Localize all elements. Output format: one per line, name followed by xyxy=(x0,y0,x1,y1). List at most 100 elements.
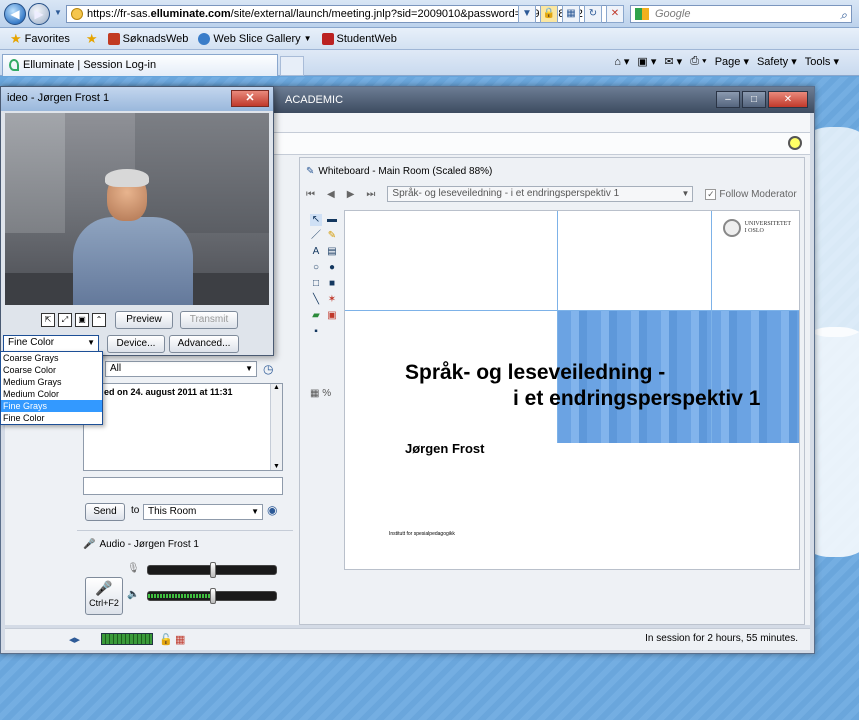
tab-elluminate[interactable]: Elluminate | Session Log-in xyxy=(2,54,278,76)
chevron-down-icon: ▼ xyxy=(87,338,95,347)
pointer-tool-icon[interactable]: ▬ xyxy=(326,214,338,226)
chat-scrollbar[interactable]: ▲ ▼ xyxy=(270,384,282,470)
preview-button[interactable]: Preview xyxy=(115,311,173,329)
slide-gridline xyxy=(345,310,799,311)
highlighter-tool-icon[interactable]: ✎ xyxy=(326,230,338,242)
quality-option[interactable]: Fine Grays xyxy=(1,400,102,412)
back-button[interactable]: ◀ xyxy=(4,3,26,25)
chat-filter-select[interactable]: All ▼ xyxy=(105,361,257,377)
mic-volume-slider[interactable] xyxy=(147,562,277,578)
clock-icon[interactable]: ◷ xyxy=(263,362,273,376)
zoom-fit-icon[interactable]: ▦ xyxy=(310,388,319,399)
clipart-tool-icon[interactable]: ▰ xyxy=(310,310,322,322)
safety-menu[interactable]: Safety ▾ xyxy=(757,55,797,68)
video-quality-select[interactable]: Fine Color ▼ xyxy=(3,335,99,352)
video-feed xyxy=(5,113,269,305)
speaker-slider-thumb[interactable] xyxy=(210,588,216,604)
selector-tool-icon[interactable]: ↖ xyxy=(310,214,322,226)
lock-icon[interactable]: 🔓 xyxy=(159,633,173,646)
collapse-icon[interactable]: ⌃ xyxy=(92,313,106,327)
favorite-web-slice-gallery[interactable]: Web Slice Gallery ▼ xyxy=(198,32,312,45)
url-dropdown-icon[interactable]: ▼ xyxy=(518,5,536,23)
maximize-button[interactable]: □ xyxy=(742,91,766,108)
security-lock-icon[interactable]: 🔒 xyxy=(540,5,558,23)
speaker-volume-slider[interactable] xyxy=(147,588,277,604)
eraser-tool-icon[interactable]: ✶ xyxy=(326,294,338,306)
line-tool-icon[interactable]: ╲ xyxy=(310,294,322,306)
new-tab-button[interactable] xyxy=(280,56,304,76)
filled-rectangle-tool-icon[interactable]: ■ xyxy=(326,278,338,290)
quality-option[interactable]: Coarse Grays xyxy=(1,352,102,364)
scroll-down-icon[interactable]: ▼ xyxy=(271,463,282,470)
quality-option[interactable]: Medium Color xyxy=(1,388,102,400)
page-select[interactable]: Språk- og leseveiledning - i et endrings… xyxy=(387,186,694,202)
feeds-icon[interactable]: ▣ ▾ xyxy=(637,55,656,68)
lightbulb-icon[interactable] xyxy=(788,136,802,150)
stop-icon[interactable]: ✕ xyxy=(606,5,624,23)
status-bar: ◂▸ 🔓 ▦ In session for 2 hours, 55 minute… xyxy=(5,628,810,650)
favorite-soknadsweb[interactable]: SøknadsWeb xyxy=(107,32,188,45)
quality-option[interactable]: Medium Grays xyxy=(1,376,102,388)
print-icon[interactable]: ⎙ ▾ xyxy=(690,55,706,68)
soknadsweb-icon xyxy=(107,32,120,45)
snapshot-icon[interactable]: ▣ xyxy=(75,313,89,327)
rectangle-tool-icon[interactable]: □ xyxy=(310,278,322,290)
video-quality-dropdown: Coarse Grays Coarse Color Medium Grays Medi… xyxy=(0,351,103,425)
advanced-button[interactable]: Advanced... xyxy=(169,335,239,353)
star-icon: ★ xyxy=(10,30,22,46)
image-tool-icon[interactable]: ▣ xyxy=(326,310,338,322)
screen-capture-tool-icon[interactable]: ▪ xyxy=(310,326,322,338)
room-select[interactable]: This Room ▼ xyxy=(143,504,263,520)
mic-slider-thumb[interactable] xyxy=(210,562,216,578)
whiteboard-nav: ⏮ ◀ ▶ ⏭ Språk- og leseveiledning - i et … xyxy=(306,184,800,204)
search-input[interactable]: Google ⌕ xyxy=(630,5,852,23)
resize-icon[interactable]: ⤢ xyxy=(58,313,72,327)
zoom-percent-icon[interactable]: % xyxy=(322,388,331,399)
chat-message: ed on 24. august 2011 at 11:31 xyxy=(104,387,233,397)
add-favorite-icon: ★ xyxy=(85,30,98,46)
refresh-icon[interactable]: ↻ xyxy=(584,5,602,23)
first-page-icon[interactable]: ⏮ xyxy=(306,189,315,200)
text-tool-icon[interactable]: A xyxy=(310,246,322,258)
pencil-icon: ✎ xyxy=(306,166,315,177)
forward-button[interactable]: ▶ xyxy=(28,3,50,25)
text-editor-tool-icon[interactable]: ▤ xyxy=(326,246,338,258)
mail-icon[interactable]: ✉ ▾ xyxy=(664,55,682,68)
eye-icon[interactable]: ◉ xyxy=(267,503,277,517)
minimize-button[interactable]: – xyxy=(716,91,740,108)
search-icon[interactable]: ⌕ xyxy=(840,7,847,23)
connection-icon: ◂▸ xyxy=(69,634,81,646)
close-button[interactable]: ✕ xyxy=(768,91,808,108)
send-button[interactable]: Send xyxy=(85,503,125,521)
chat-input[interactable] xyxy=(83,477,283,495)
last-page-icon[interactable]: ⏭ xyxy=(366,189,375,200)
talk-microphone-icon: 🎤 xyxy=(95,580,113,596)
pen-tool-icon[interactable]: ／ xyxy=(310,230,322,242)
home-icon[interactable]: ⌂ ▾ xyxy=(614,55,629,68)
previous-page-icon[interactable]: ◀ xyxy=(327,189,335,200)
talk-button[interactable]: 🎤 Ctrl+F2 xyxy=(85,577,123,615)
favorites-button[interactable]: ★ Favorites xyxy=(10,31,70,47)
next-page-icon[interactable]: ▶ xyxy=(347,189,355,200)
compatibility-view-icon[interactable]: ▦ xyxy=(562,5,580,23)
university-logo: UNIVERSITETET I OSLO xyxy=(722,219,791,237)
favorite-studentweb[interactable]: StudentWeb xyxy=(321,32,397,45)
recording-icon[interactable]: ▦ xyxy=(175,633,185,646)
tools-menu[interactable]: Tools ▾ xyxy=(805,55,839,68)
whiteboard-slide[interactable]: UNIVERSITETET I OSLO Språk- og leseveiled… xyxy=(344,210,800,570)
device-button[interactable]: Device... xyxy=(107,335,165,353)
quality-option[interactable]: Coarse Color xyxy=(1,364,102,376)
video-window: ideo - Jørgen Frost 1 ✕ ⇱ ⤢ ▣ ⌃ Preview … xyxy=(0,86,274,356)
history-dropdown-icon[interactable]: ▼ xyxy=(54,8,62,17)
scroll-up-icon[interactable]: ▲ xyxy=(271,384,282,391)
follow-moderator-checkbox[interactable]: ✓ Follow Moderator xyxy=(705,188,797,200)
filled-circle-tool-icon[interactable]: ● xyxy=(326,262,338,274)
video-close-button[interactable]: ✕ xyxy=(231,90,269,107)
page-menu[interactable]: Page ▾ xyxy=(715,55,749,68)
transmit-button[interactable]: Transmit xyxy=(180,311,238,329)
add-favorite-button[interactable]: ★ xyxy=(86,31,98,47)
circle-tool-icon[interactable]: ○ xyxy=(310,262,322,274)
popout-icon[interactable]: ⇱ xyxy=(41,313,55,327)
quality-option[interactable]: Fine Color xyxy=(1,412,102,424)
chat-transcript[interactable]: ed on 24. august 2011 at 11:31 ▲ ▼ xyxy=(83,383,283,471)
